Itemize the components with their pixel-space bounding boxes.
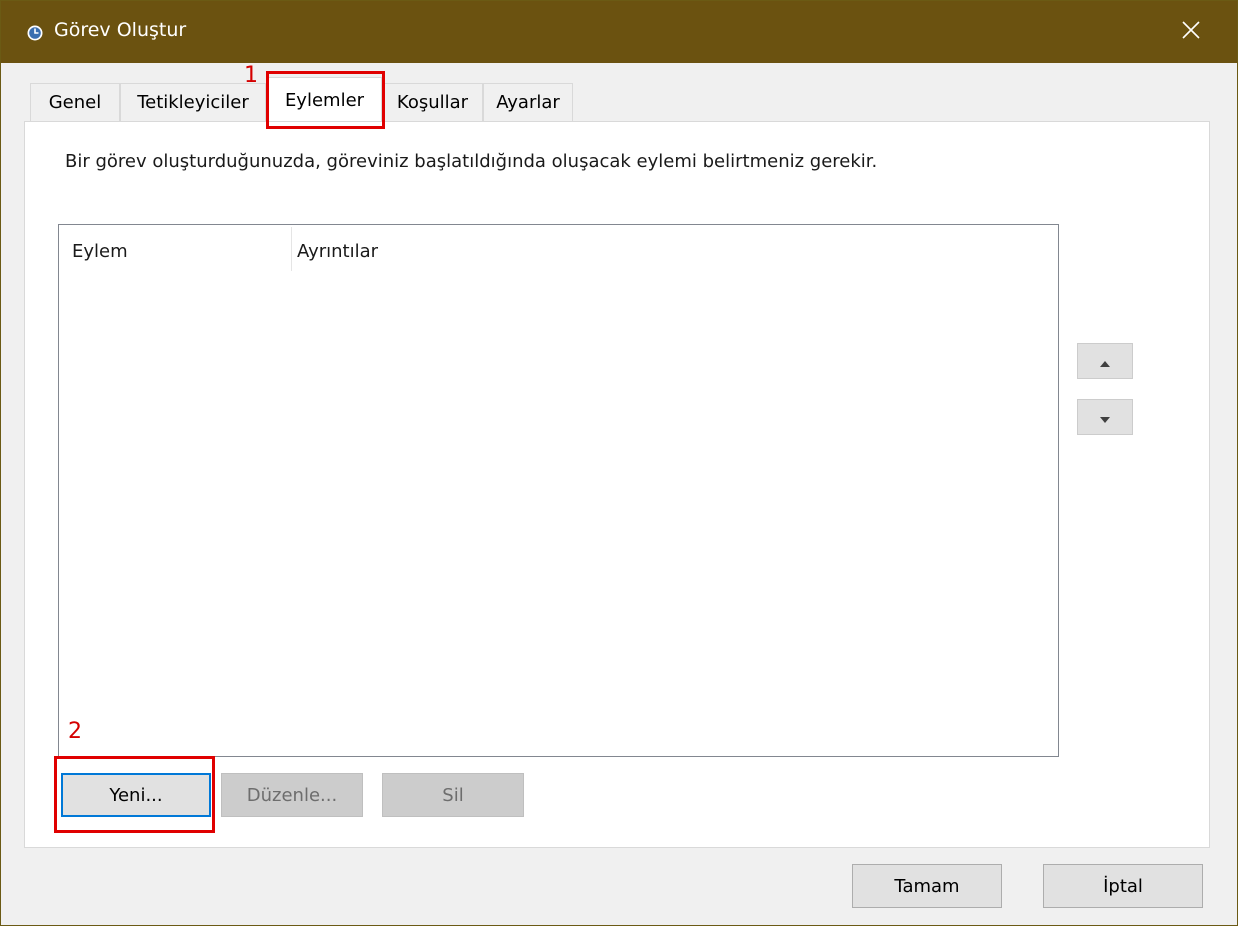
arrow-down-icon bbox=[1100, 408, 1110, 427]
create-task-dialog: Görev Oluştur Genel Tetikleyiciler Eylem… bbox=[0, 0, 1238, 926]
clock-icon bbox=[27, 25, 43, 41]
actions-list[interactable] bbox=[58, 224, 1059, 757]
tab-tetikleyiciler[interactable]: Tetikleyiciler bbox=[120, 83, 266, 121]
ok-button[interactable]: Tamam bbox=[852, 864, 1002, 908]
close-icon bbox=[1182, 21, 1200, 43]
column-header-eylem[interactable]: Eylem bbox=[72, 241, 128, 262]
delete-action-button[interactable]: Sil bbox=[382, 773, 524, 817]
edit-action-button[interactable]: Düzenle... bbox=[221, 773, 363, 817]
button-label: Sil bbox=[442, 784, 464, 806]
annotation-highlight-yeni bbox=[54, 756, 215, 833]
annotation-step-1: 1 bbox=[244, 63, 258, 88]
button-label: İptal bbox=[1103, 875, 1143, 897]
actions-description: Bir görev oluşturduğunuzda, göreviniz ba… bbox=[65, 151, 878, 172]
button-label: Düzenle... bbox=[246, 784, 338, 806]
column-header-ayrintilar[interactable]: Ayrıntılar bbox=[297, 241, 378, 262]
tab-label: Koşullar bbox=[396, 92, 469, 113]
tab-ayarlar[interactable]: Ayarlar bbox=[483, 83, 573, 121]
tab-kosullar[interactable]: Koşullar bbox=[382, 83, 483, 121]
cancel-button[interactable]: İptal bbox=[1043, 864, 1203, 908]
window-title: Görev Oluştur bbox=[54, 19, 187, 41]
close-button[interactable] bbox=[1161, 11, 1221, 53]
tab-label: Tetikleyiciler bbox=[137, 92, 249, 113]
annotation-highlight-eylemler bbox=[266, 71, 385, 129]
title-bar[interactable]: Görev Oluştur bbox=[1, 1, 1237, 63]
move-down-button[interactable] bbox=[1077, 399, 1133, 435]
button-label: Tamam bbox=[894, 875, 960, 897]
arrow-up-icon bbox=[1100, 352, 1110, 371]
annotation-step-2: 2 bbox=[68, 719, 82, 744]
tab-genel[interactable]: Genel bbox=[30, 83, 120, 121]
tab-label: Ayarlar bbox=[496, 92, 560, 113]
column-divider[interactable] bbox=[291, 227, 292, 271]
move-up-button[interactable] bbox=[1077, 343, 1133, 379]
tab-label: Genel bbox=[48, 92, 102, 113]
